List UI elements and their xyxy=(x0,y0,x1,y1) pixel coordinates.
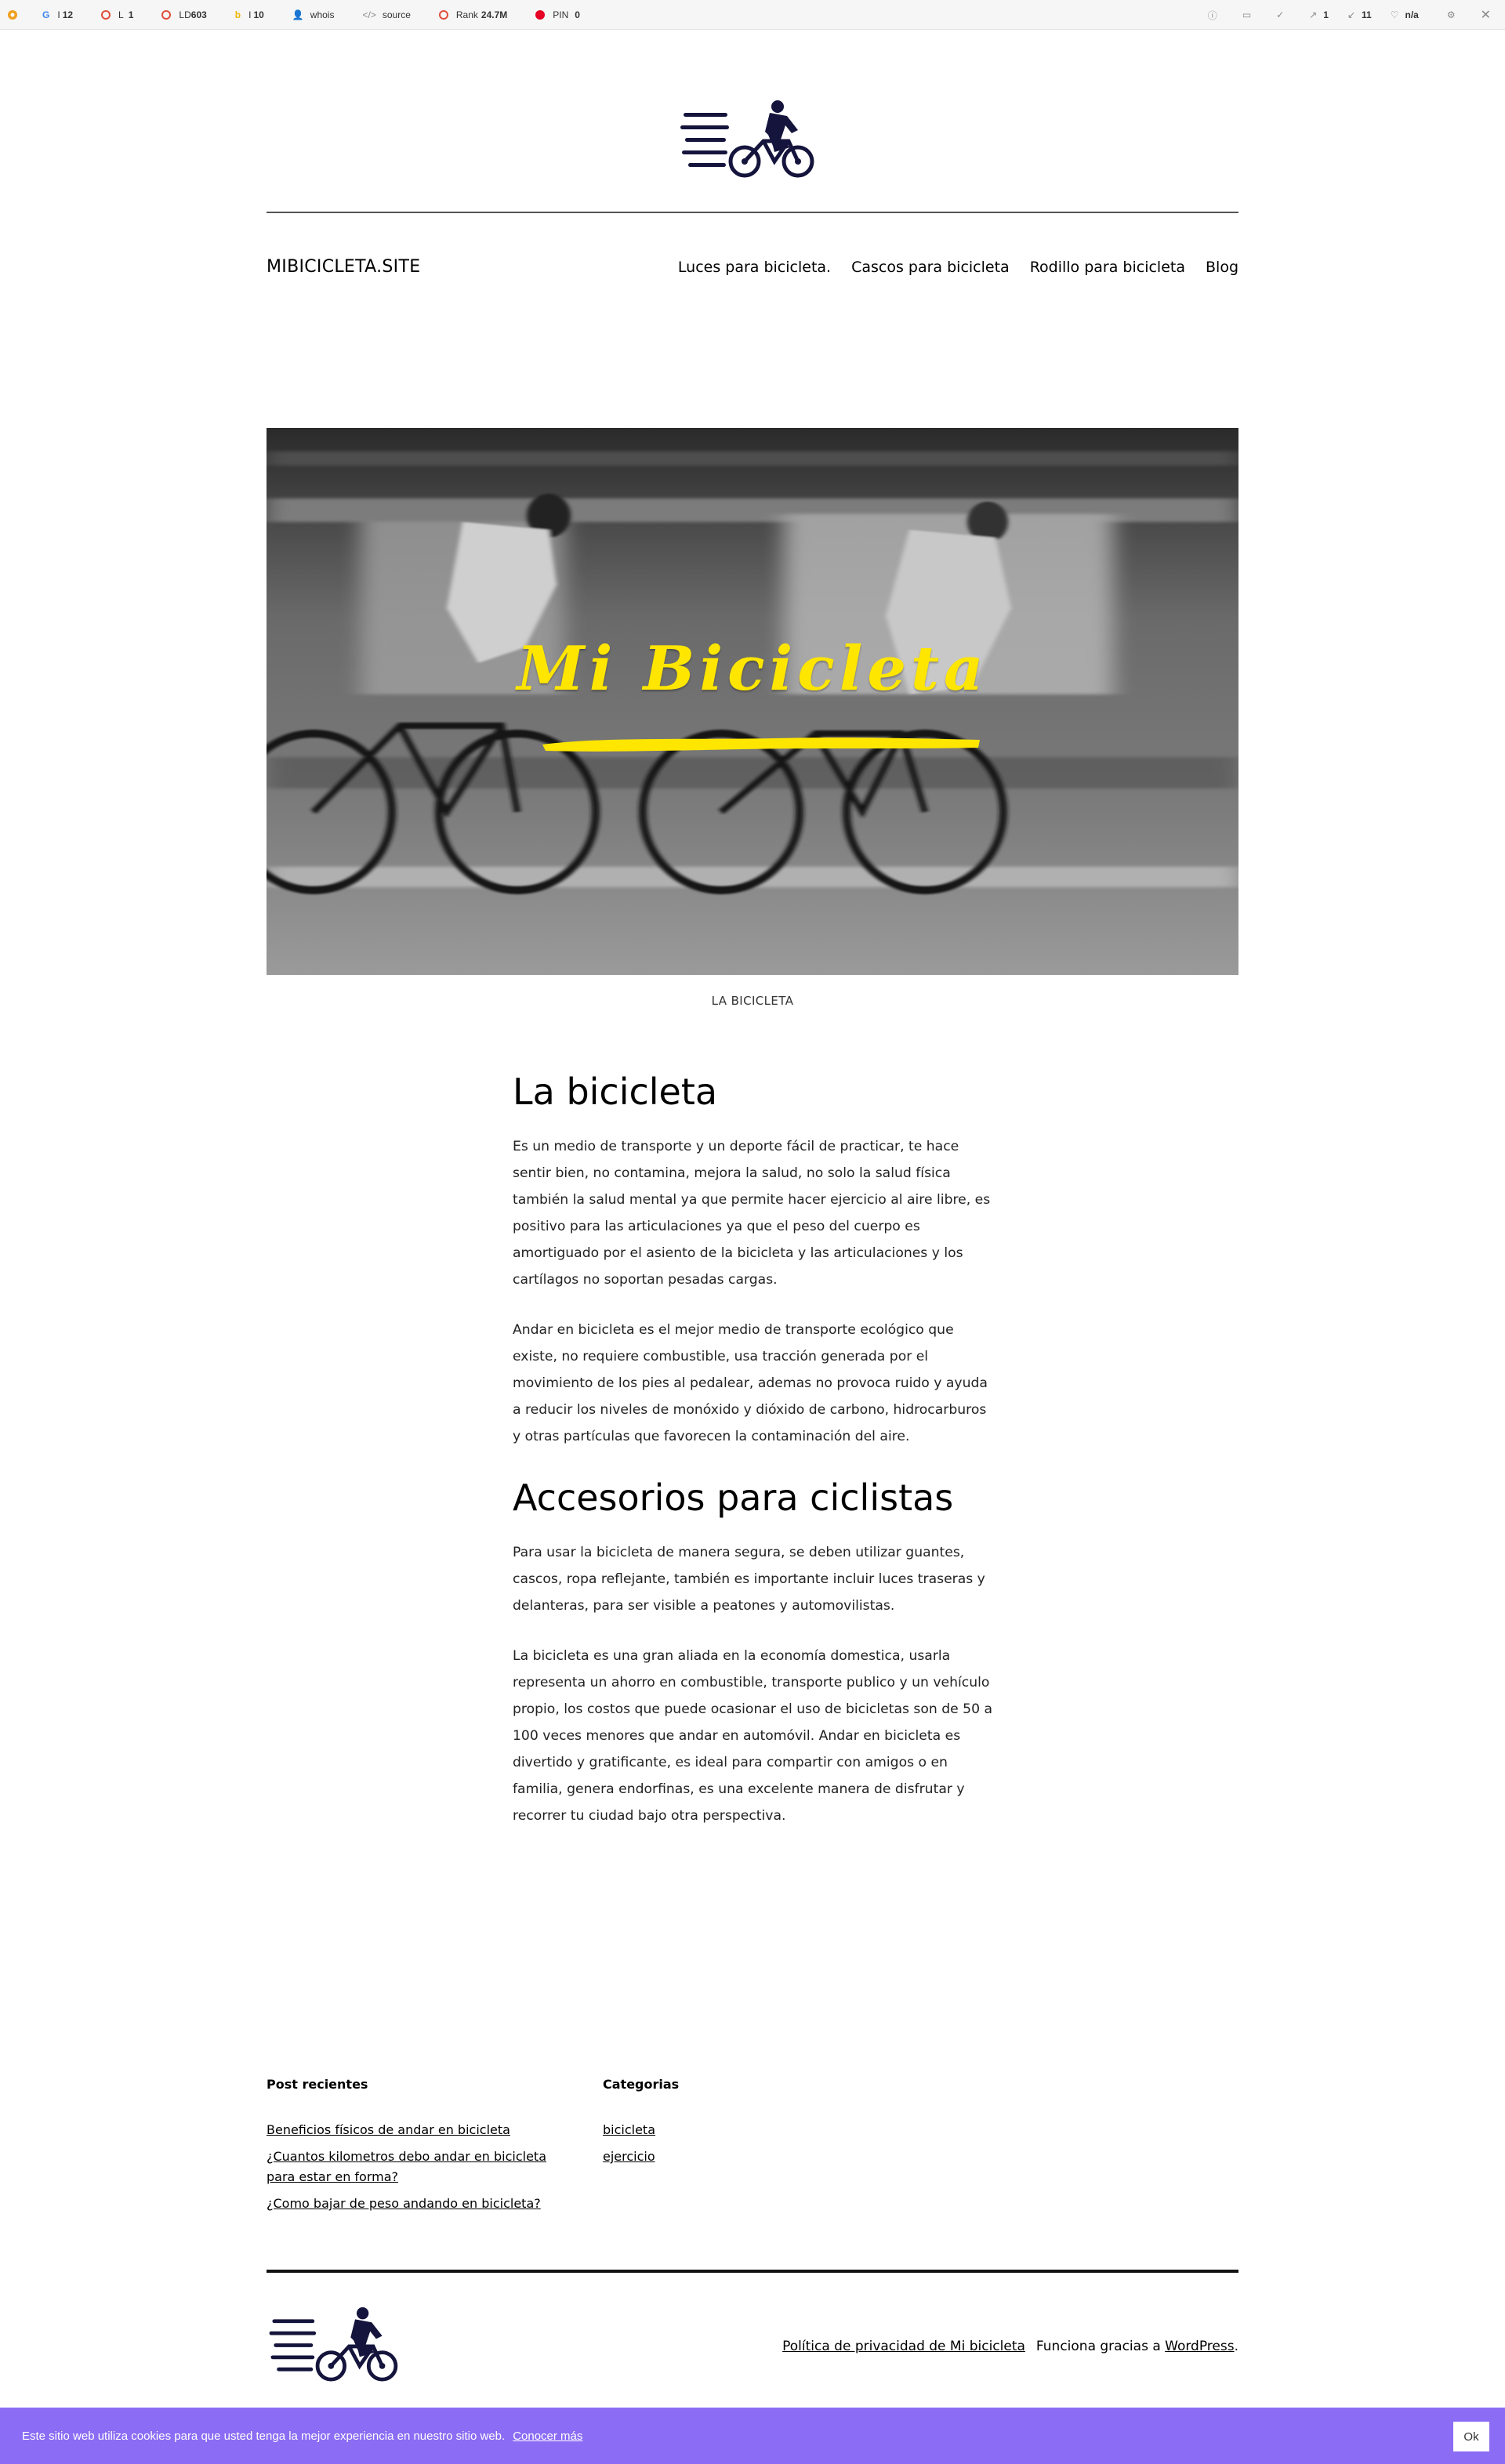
internal-link-icon: ↙ xyxy=(1347,9,1356,20)
gear-icon[interactable]: ⚙ xyxy=(1447,9,1462,20)
toolbar-google-index[interactable]: G I 12 xyxy=(42,9,73,20)
cookie-ok-button[interactable]: Ok xyxy=(1453,2422,1489,2451)
powered-suffix: . xyxy=(1234,2339,1238,2354)
seo-toolbar-right: ⓘ ▭ ✓ ↗ 1 ↙ 11 ♡ n/a ⚙ ✕ xyxy=(1189,0,1497,30)
circle-icon xyxy=(438,9,448,20)
close-icon[interactable]: ✕ xyxy=(1481,7,1497,23)
code-icon: </> xyxy=(362,9,376,20)
seo-plugin-icon[interactable] xyxy=(6,9,19,21)
monitor-icon[interactable]: ▭ xyxy=(1242,9,1257,20)
toolbar-bookmark[interactable]: ♡ n/a xyxy=(1391,9,1419,20)
hero-caption: LA BICICLETA xyxy=(711,994,794,1008)
user-icon: 👤 xyxy=(292,9,304,20)
paragraph-1: Es un medio de transporte y un deporte f… xyxy=(513,1139,991,1288)
external-link-icon: ↗ xyxy=(1309,9,1318,20)
article-content: La bicicleta Es un medio de transporte y… xyxy=(513,1067,994,1853)
circle-icon xyxy=(161,9,172,20)
toolbar-label: I xyxy=(57,9,60,20)
header-divider xyxy=(267,212,1238,213)
widget-title-recent: Post recientes xyxy=(267,2077,368,2092)
bookmark-icon: ♡ xyxy=(1390,9,1399,20)
toolbar-rank[interactable]: Rank 24.7M xyxy=(438,9,508,20)
nav-item-cascos[interactable]: Cascos para bicicleta xyxy=(851,259,1010,276)
nav-item-luces[interactable]: Luces para bicicleta. xyxy=(678,259,831,276)
cookie-banner: Este sitio web utiliza cookies para que … xyxy=(0,2408,1505,2464)
powered-prefix: Funciona gracias a xyxy=(1035,2339,1166,2354)
footer-logo[interactable] xyxy=(267,2307,408,2382)
nav-item-rodillo[interactable]: Rodillo para bicicleta xyxy=(1030,259,1185,276)
paragraph-2: Andar en bicicleta es el mejor medio de … xyxy=(513,1322,988,1444)
toolbar-value: 1 xyxy=(128,9,134,20)
heading-accesorios: Accesorios para ciclistas xyxy=(513,1477,954,1519)
primary-nav: Luces para bicicleta. Cascos para bicicl… xyxy=(658,259,1238,276)
list-item: Beneficios físicos de andar en bicicleta xyxy=(267,2120,564,2140)
toolbar-whois[interactable]: 👤 whois xyxy=(292,9,335,20)
paragraph-3: Para usar la bicicleta de manera segura,… xyxy=(513,1545,985,1614)
bing-icon: b xyxy=(234,9,241,20)
list-item: ejercicio xyxy=(603,2147,838,2167)
info-icon[interactable]: ⓘ xyxy=(1208,9,1224,22)
category-link[interactable]: bicicleta xyxy=(603,2122,655,2137)
paragraph-4: La bicicleta es una gran aliada en la ec… xyxy=(513,1648,993,1824)
google-icon: G xyxy=(42,9,50,20)
toolbar-value: 603 xyxy=(190,9,207,20)
yellow-brush-stroke xyxy=(542,737,980,752)
seo-toolbar: G I 12 L1 LD 603 b I 10 👤 whois </> source … xyxy=(0,0,1505,30)
hero-image: Mi Bicicleta xyxy=(267,428,1238,975)
list-item: bicicleta xyxy=(603,2120,838,2140)
footer-links: Política de privacidad de Mi bicicleta Fu… xyxy=(782,2339,1238,2354)
circle-icon xyxy=(101,9,111,20)
toolbar-value: n/a xyxy=(1405,9,1419,20)
toolbar-bing-index[interactable]: b I 10 xyxy=(235,9,264,20)
cookie-message: Este sitio web utiliza cookies para que … xyxy=(22,2429,506,2443)
toolbar-label: LD xyxy=(179,9,191,20)
site-logo[interactable] xyxy=(680,100,821,179)
heading-la-bicicleta: La bicicleta xyxy=(513,1071,718,1113)
toolbar-value: 11 xyxy=(1362,9,1372,20)
widget-recent-posts: Post recientes Beneficios físicos de and… xyxy=(267,2077,564,2220)
toolbar-label: PIN xyxy=(553,9,569,20)
toolbar-source[interactable]: </> source xyxy=(362,9,410,20)
category-link[interactable]: ejercicio xyxy=(603,2149,655,2164)
toolbar-internal-links[interactable]: ↙ 11 xyxy=(1347,9,1372,20)
check-icon[interactable]: ✓ xyxy=(1276,9,1290,20)
list-item: ¿Como bajar de peso andando en bicicleta… xyxy=(267,2194,564,2214)
toolbar-linking-domains[interactable]: LD 603 xyxy=(161,9,207,20)
wordpress-link[interactable]: WordPress xyxy=(1165,2339,1234,2354)
toolbar-pinterest[interactable]: PIN 0 xyxy=(535,9,580,20)
recent-post-link[interactable]: ¿Como bajar de peso andando en bicicleta… xyxy=(267,2196,541,2211)
toolbar-label: L xyxy=(118,9,124,20)
cookie-learn-more-link[interactable]: Conocer más xyxy=(513,2430,582,2443)
toolbar-value: 1 xyxy=(1323,9,1329,20)
toolbar-label: Rank xyxy=(455,9,478,20)
widget-categories: Categorias bicicleta ejercicio xyxy=(603,2077,838,2173)
toolbar-value: 0 xyxy=(575,9,580,20)
toolbar-value: 12 xyxy=(62,9,74,20)
widget-title-categories: Categorias xyxy=(603,2077,680,2092)
recent-post-link[interactable]: ¿Cuantos kilometros debo andar en bicicl… xyxy=(267,2149,546,2184)
toolbar-value: 24.7M xyxy=(481,9,508,20)
recent-post-link[interactable]: Beneficios físicos de andar en bicicleta xyxy=(267,2122,510,2137)
pinterest-icon xyxy=(535,9,546,20)
site-title[interactable]: MIBICICLETA.SITE xyxy=(267,257,420,277)
toolbar-label: I xyxy=(248,9,252,20)
footer-divider xyxy=(267,2270,1238,2273)
toolbar-value: 10 xyxy=(253,9,264,20)
toolbar-label: whois xyxy=(310,9,335,20)
toolbar-external-links[interactable]: ↗ 1 xyxy=(1309,9,1329,20)
seo-toolbar-left: G I 12 L1 LD 603 b I 10 👤 whois </> source … xyxy=(0,9,608,21)
toolbar-links[interactable]: L1 xyxy=(101,9,133,20)
list-item: ¿Cuantos kilometros debo andar en bicicl… xyxy=(267,2147,564,2187)
toolbar-label: source xyxy=(382,9,411,20)
hero-title: Mi Bicicleta xyxy=(517,633,988,705)
nav-item-blog[interactable]: Blog xyxy=(1206,259,1238,276)
powered-by-text: Funciona gracias a WordPress. xyxy=(1036,2339,1238,2354)
privacy-policy-link[interactable]: Política de privacidad de Mi bicicleta xyxy=(782,2339,1025,2354)
